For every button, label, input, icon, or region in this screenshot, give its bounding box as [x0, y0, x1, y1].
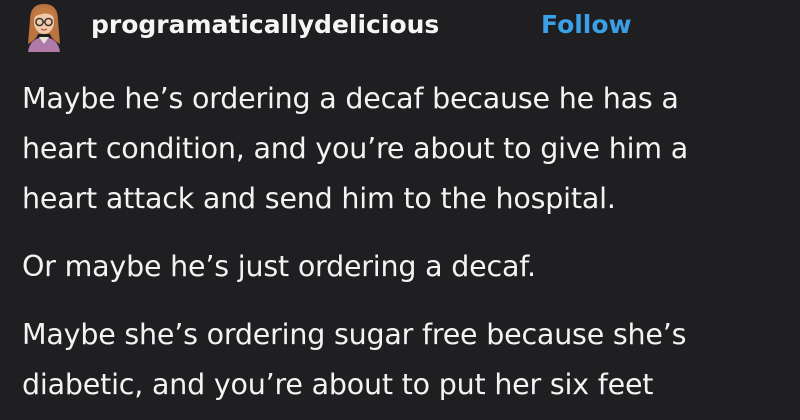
author-username-link[interactable]: programaticallydelicious: [91, 10, 439, 40]
text-line: Maybe she’s ordering sugar free because …: [22, 318, 687, 351]
text-line: Maybe he’s ordering a decaf because he h…: [22, 82, 679, 115]
text-line: Or maybe he’s just ordering a decaf.: [22, 250, 536, 283]
post-header: programaticallydelicious Follow: [0, 0, 800, 58]
post-paragraph-3: Maybe she’s ordering sugar free because …: [22, 310, 792, 410]
text-line: diabetic, and you’re about to put her si…: [22, 368, 654, 401]
text-line: heart condition, and you’re about to giv…: [22, 132, 688, 165]
follow-button[interactable]: Follow: [541, 10, 632, 40]
post-body: Maybe he’s ordering a decaf because he h…: [22, 74, 792, 420]
avatar[interactable]: [22, 0, 66, 52]
avatar-illustration-icon: [22, 0, 66, 52]
post-paragraph-2: Or maybe he’s just ordering a decaf.: [22, 242, 792, 292]
tumblr-post: programaticallydelicious Follow Maybe he…: [0, 0, 800, 420]
text-line: heart attack and send him to the hospita…: [22, 182, 616, 215]
post-paragraph-1: Maybe he’s ordering a decaf because he h…: [22, 74, 792, 224]
